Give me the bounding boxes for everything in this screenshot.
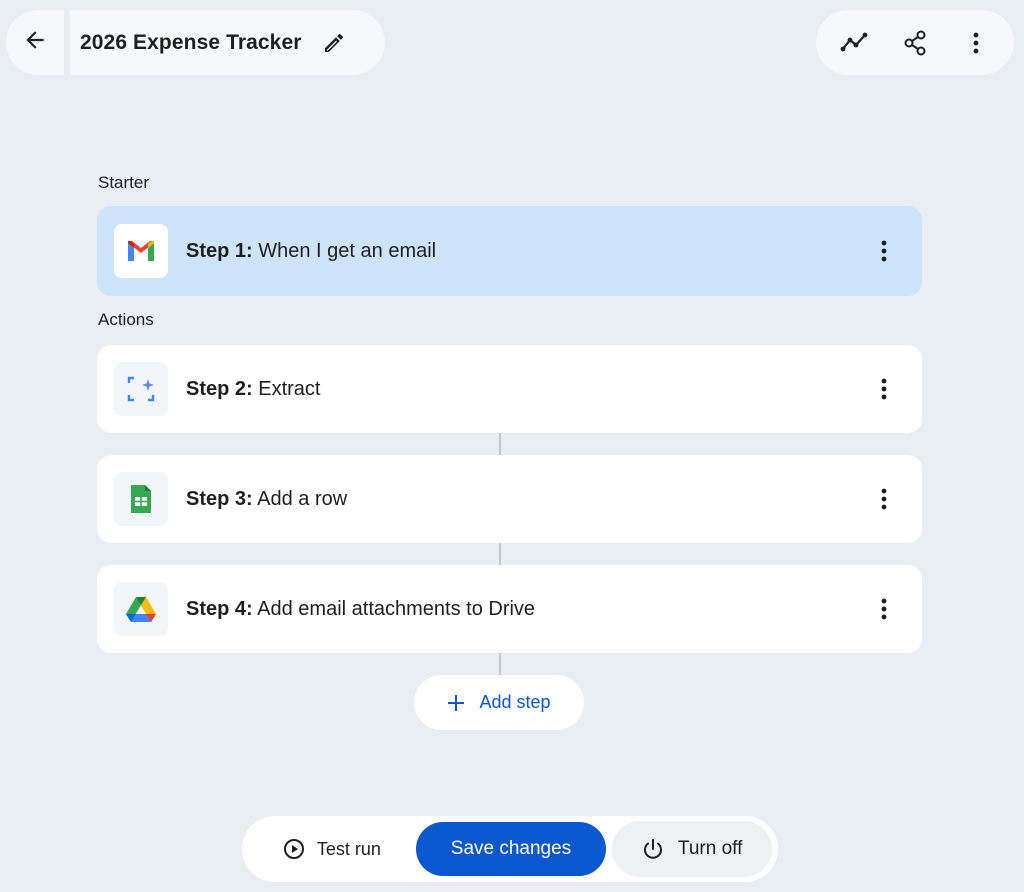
action-bar: Test run Save changes Turn off xyxy=(242,816,778,882)
starter-label: Starter xyxy=(98,173,150,192)
add-step-button[interactable]: Add step xyxy=(414,675,584,730)
step-connector xyxy=(499,433,501,455)
power-icon xyxy=(642,838,664,860)
plus-icon xyxy=(447,694,465,712)
turn-off-button[interactable]: Turn off xyxy=(612,821,772,877)
title-bar: 2026 Expense Tracker xyxy=(6,10,385,75)
gmail-icon xyxy=(114,224,168,278)
step-card-1[interactable]: Step 1: When I get an email xyxy=(97,206,922,296)
arrow-back-icon xyxy=(22,27,48,58)
test-run-button[interactable]: Test run xyxy=(248,822,416,876)
step-4-more-icon[interactable] xyxy=(872,589,896,629)
add-step-label: Add step xyxy=(479,692,551,712)
play-circle-icon xyxy=(283,838,305,860)
step-2-more-icon[interactable] xyxy=(872,369,896,409)
back-button[interactable] xyxy=(6,10,70,75)
actions-label: Actions xyxy=(98,310,154,329)
page-title: 2026 Expense Tracker xyxy=(80,30,302,54)
share-icon[interactable] xyxy=(893,21,937,65)
step-2-label: Step 2: Extract xyxy=(186,377,321,400)
test-run-label: Test run xyxy=(316,838,381,859)
step-card-3[interactable]: Step 3: Add a row xyxy=(97,455,922,543)
step-3-more-icon[interactable] xyxy=(872,479,896,519)
extract-sparkle-icon xyxy=(114,362,168,416)
step-4-label: Step 4: Add email attachments to Drive xyxy=(186,597,536,620)
step-3-label: Step 3: Add a row xyxy=(186,487,348,510)
step-connector xyxy=(499,543,501,565)
save-changes-button[interactable]: Save changes xyxy=(415,822,607,876)
drive-icon xyxy=(114,582,168,636)
step-card-4[interactable]: Step 4: Add email attachments to Drive xyxy=(97,565,922,653)
step-connector xyxy=(499,653,501,675)
step-1-label: Step 1: When I get an email xyxy=(186,239,437,262)
activity-icon[interactable] xyxy=(832,21,876,65)
turn-off-label: Turn off xyxy=(677,838,743,859)
step-card-2[interactable]: Step 2: Extract xyxy=(97,345,922,433)
more-vert-icon[interactable] xyxy=(954,21,998,65)
header-actions xyxy=(816,10,1014,75)
step-1-more-icon[interactable] xyxy=(872,231,896,271)
sheets-icon xyxy=(114,472,168,526)
pencil-icon[interactable] xyxy=(322,31,346,55)
